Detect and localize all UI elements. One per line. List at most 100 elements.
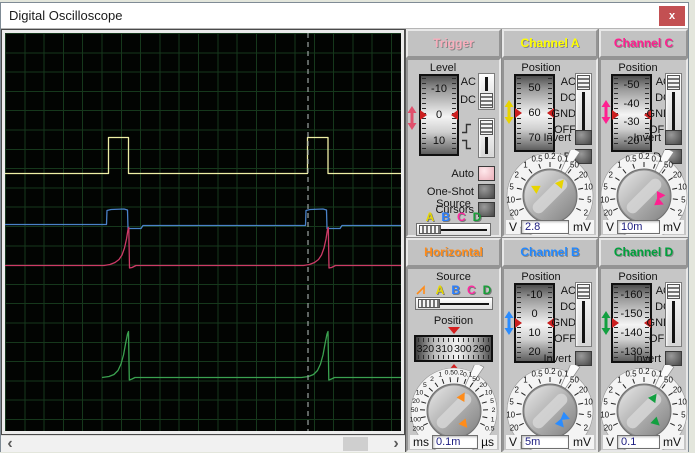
panel-channel-a: Channel A Position 50 60 70 AC DC GND OFF Inv… [502, 29, 598, 237]
hdial-number: 290 [472, 342, 491, 355]
source-channel-D[interactable]: D [483, 283, 492, 297]
channel-d-unit-right: mV [660, 434, 684, 449]
svg-text:1: 1 [490, 417, 494, 424]
channel-b-coupling-switch[interactable] [575, 282, 592, 347]
svg-text:10: 10 [600, 411, 609, 420]
svg-text:20: 20 [510, 208, 519, 217]
channel-d-scale-value: 0.1 [617, 434, 660, 449]
channel-c-position-arrow[interactable] [601, 100, 611, 129]
svg-text:5: 5 [587, 196, 592, 205]
svg-text:2: 2 [491, 407, 495, 414]
hdial-number: 320 [416, 342, 435, 355]
svg-text:0.5: 0.5 [444, 369, 454, 376]
channel-b-invert-button[interactable] [575, 351, 592, 366]
svg-text:20: 20 [603, 208, 612, 217]
display-scrollbar[interactable]: ‹ › [1, 435, 405, 452]
channel-a-position-arrow[interactable] [504, 100, 514, 129]
svg-text:10: 10 [600, 196, 609, 205]
window-titlebar[interactable]: Digital Oscilloscope x [1, 3, 688, 29]
trigger-coupling-switch[interactable] [478, 73, 495, 110]
position-label: Position [521, 62, 561, 74]
svg-text:5: 5 [509, 183, 514, 192]
svg-text:1: 1 [617, 161, 622, 170]
svg-text:50: 50 [570, 376, 579, 385]
trigger-edge-switch[interactable] [478, 118, 495, 158]
horizontal-source-channels: ABCD [408, 283, 499, 297]
channel-a-coupling-labels: AC DC GND OFF [548, 76, 576, 136]
svg-text:0.2: 0.2 [544, 152, 556, 161]
trigger-source-slider[interactable] [416, 223, 491, 236]
scroll-track[interactable] [19, 436, 387, 452]
trigger-edge-icons [460, 123, 473, 150]
close-button[interactable]: x [659, 6, 685, 26]
scroll-right-icon[interactable]: › [387, 436, 405, 452]
channel-d-position-arrow[interactable] [601, 311, 611, 340]
source-channel-D[interactable]: D [473, 210, 482, 224]
position-label: Position [521, 271, 561, 283]
horizontal-source-label: Source [436, 271, 471, 283]
scroll-thumb[interactable] [342, 437, 368, 451]
horizontal-position-dial[interactable]: 320 310 300 290 [414, 335, 493, 362]
oscilloscope-screen [5, 33, 401, 431]
source-channel-A[interactable]: A [436, 283, 445, 297]
channel-a-invert-button[interactable] [575, 130, 592, 145]
panel-trigger: Trigger Level -10 0 10 AC DC Auto One-Shot Cu… [406, 29, 501, 237]
horizontal-source-slider[interactable] [415, 297, 493, 310]
slider-marker-left [420, 110, 427, 120]
svg-text:2: 2 [608, 170, 613, 179]
timebase-unit-left: ms [410, 434, 432, 449]
rising-edge-icon[interactable] [460, 123, 473, 134]
channel-b-position-arrow[interactable] [504, 311, 514, 340]
source-channel-B[interactable]: B [451, 283, 460, 297]
slider-marker-right [451, 110, 458, 120]
channel-d-title: Channel D [599, 238, 688, 267]
trigger-level-slider[interactable]: -10 0 10 [419, 74, 459, 156]
source-channel-C[interactable]: C [467, 283, 476, 297]
svg-text:20: 20 [510, 423, 519, 432]
channel-d-invert-button[interactable] [665, 351, 682, 366]
channel-c-scale-value: 10m [617, 219, 660, 234]
oscilloscope-screen-frame [1, 29, 405, 435]
falling-edge-icon[interactable] [460, 139, 473, 150]
trigger-source-channels: ABCD [408, 210, 499, 224]
svg-text:10: 10 [415, 389, 423, 396]
panel-channel-c: Channel C Position -50 -40 -30 -20 AC DC GND O… [599, 29, 688, 237]
position-label: Position [618, 62, 658, 74]
coupling-label-AC: AC [460, 76, 476, 88]
channel-b-coupling-labels: AC DC GND OFF [548, 285, 576, 345]
channel-a-unit-left: V [506, 219, 521, 234]
coupling-label-DC: DC [460, 94, 476, 106]
channel-c-invert-button[interactable] [665, 130, 682, 145]
channel-a-coupling-switch[interactable] [575, 73, 592, 138]
coupling-label-AC: AC [560, 76, 576, 88]
slider-marker-left [515, 108, 522, 118]
svg-text:100: 100 [409, 417, 421, 424]
svg-text:5: 5 [603, 398, 608, 407]
channel-b-unit-right: mV [569, 434, 594, 449]
scroll-left-icon[interactable]: ‹ [1, 436, 19, 452]
trigger-coupling-labels: AC DC [456, 76, 476, 106]
svg-text:5: 5 [490, 398, 494, 405]
source-channel-B[interactable]: B [441, 210, 450, 224]
channel-d-coupling-switch[interactable] [665, 282, 682, 347]
auto-button[interactable] [478, 166, 495, 181]
channel-b-title: Channel B [502, 238, 598, 267]
panel-horizontal: Horizontal Source ABCD Position 320 310 30… [406, 238, 501, 452]
svg-text:10: 10 [584, 398, 593, 407]
channel-c-coupling-switch[interactable] [665, 73, 682, 138]
panel-channel-d: Channel D Position -160 -150 -140 -130 AC DC… [599, 238, 688, 452]
channel-a-unit-right: mV [569, 219, 594, 234]
invert-label: Invert [633, 131, 661, 144]
source-channel-A[interactable]: A [426, 210, 435, 224]
timebase-value: 0.1m [432, 434, 479, 449]
hdial-number: 310 [435, 342, 453, 355]
trigger-level-adjust-arrow[interactable] [407, 106, 417, 135]
horizontal-title: Horizontal [406, 238, 501, 267]
one-shot-button[interactable] [478, 184, 495, 199]
svg-text:2: 2 [514, 385, 519, 394]
svg-text:0.1: 0.1 [651, 369, 663, 378]
source-channel-C[interactable]: C [457, 210, 466, 224]
svg-text:2: 2 [514, 170, 519, 179]
channel-b-trace [5, 208, 401, 230]
auto-label: Auto [451, 167, 474, 180]
